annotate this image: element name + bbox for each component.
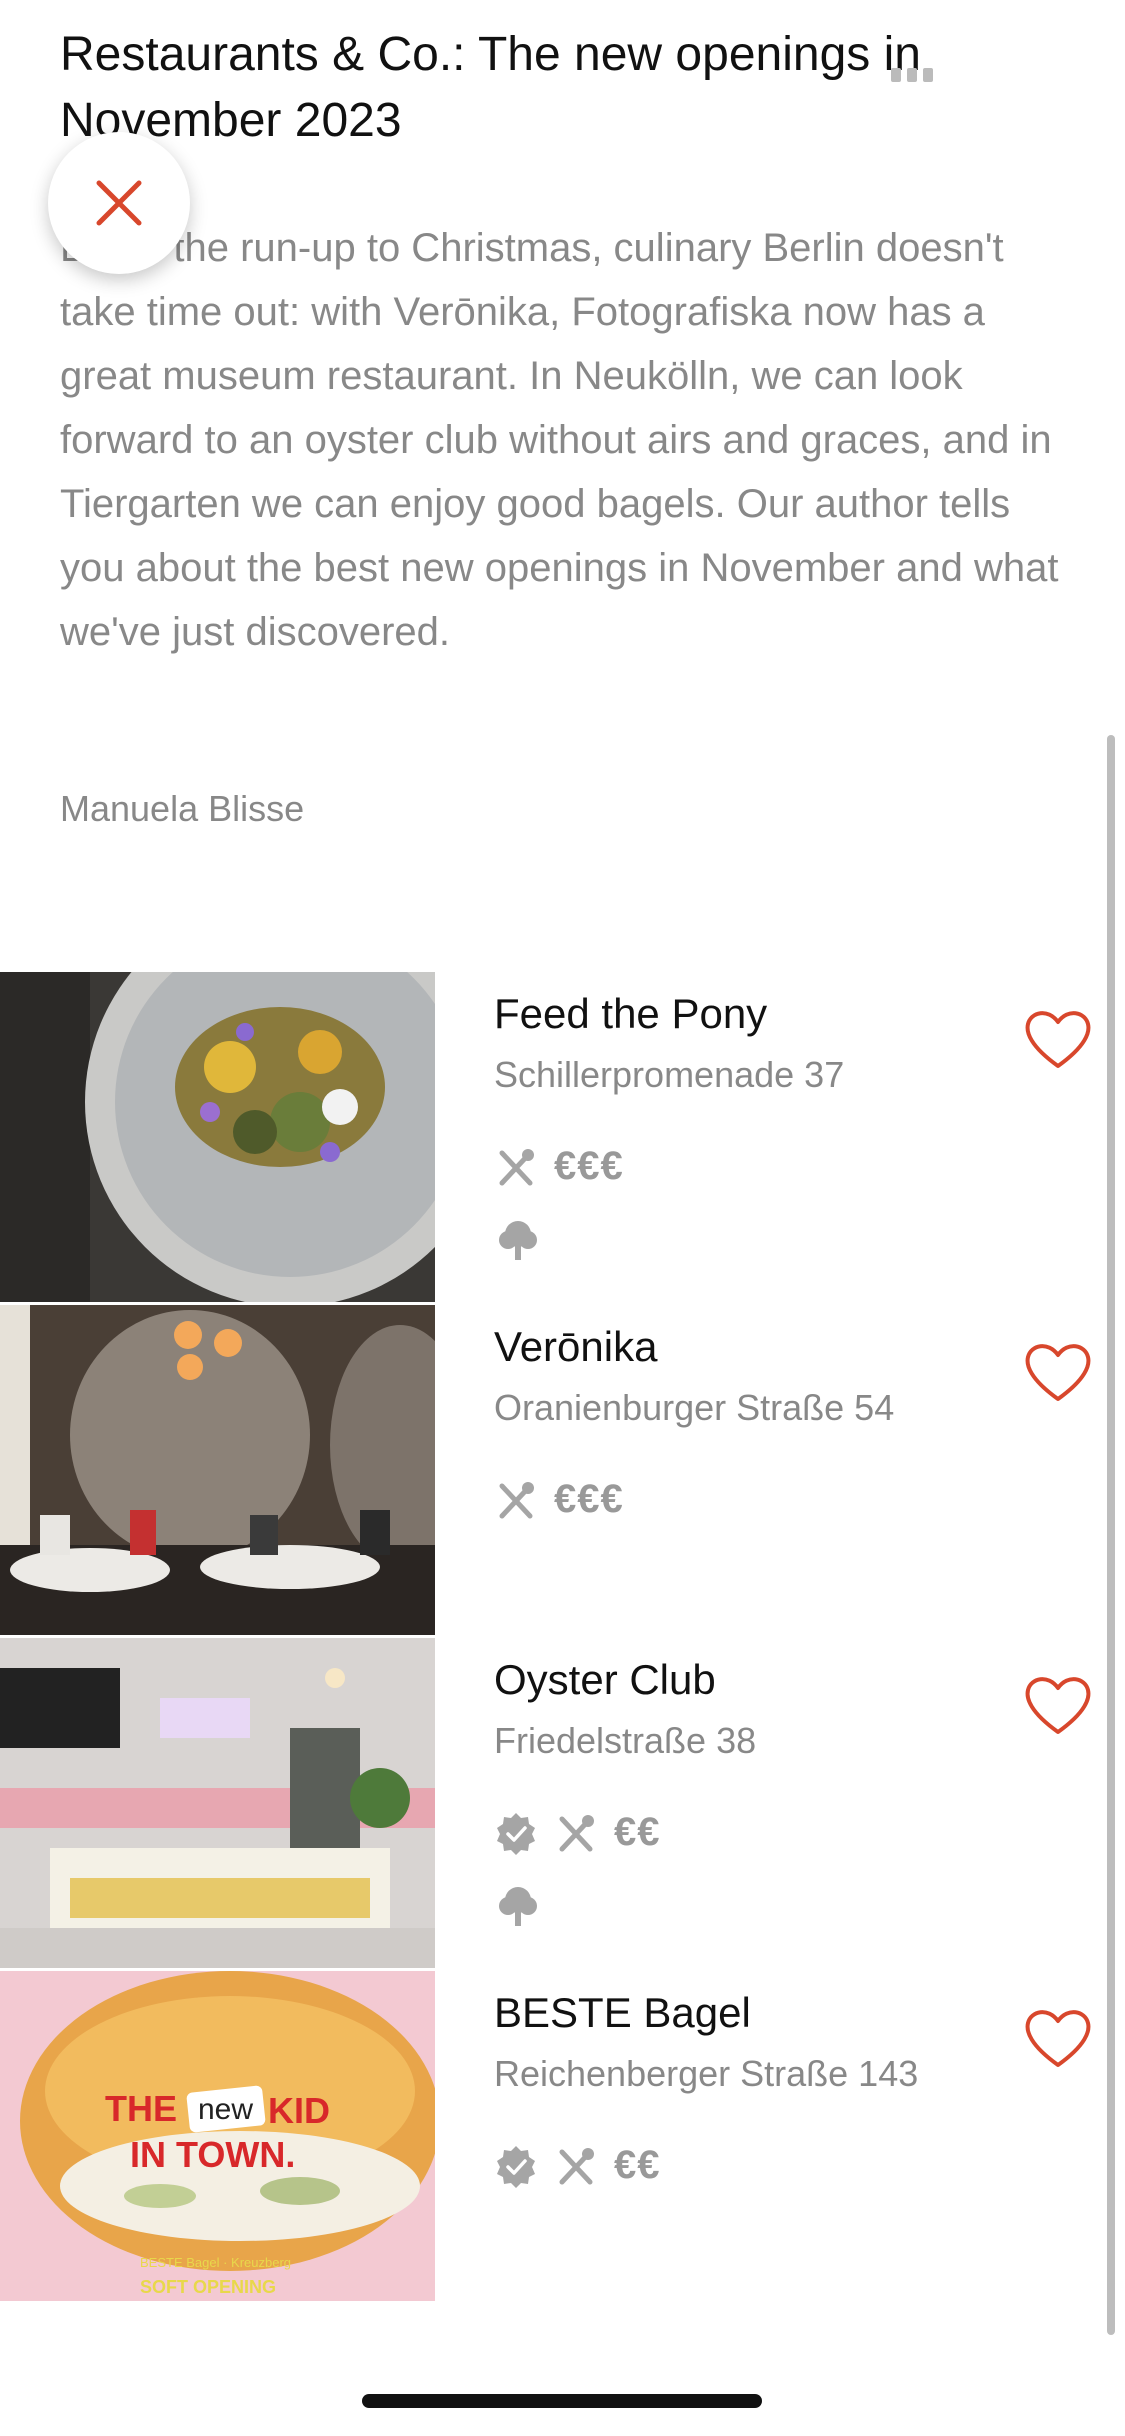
poster-headline-new: new <box>198 2093 253 2126</box>
verified-badge-icon <box>497 1812 535 1855</box>
tree-icon <box>499 1887 537 1926</box>
favorite-heart-icon[interactable] <box>1024 1008 1092 1070</box>
restaurant-address: Oranienburger Straße 54 <box>494 1387 895 1428</box>
cutlery-icon <box>559 1814 594 1851</box>
restaurant-name: Verōnika <box>494 1323 658 1370</box>
status-bar-indicator <box>891 68 933 82</box>
restaurant-address: Friedelstraße 38 <box>494 1720 757 1761</box>
restaurant-name: Oyster Club <box>494 1656 716 1703</box>
poster-small-text-1: BESTE Bagel · Kreuzberg <box>140 2255 291 2270</box>
oyster-bar-photo <box>0 1638 435 1968</box>
price-level: €€ <box>614 1810 661 1854</box>
cutlery-icon <box>499 1481 534 1518</box>
restaurant-address: Schillerpromenade 37 <box>494 1054 845 1095</box>
restaurant-list: Feed the Pony Schillerpromenade 37 €€€ V… <box>0 972 1110 2304</box>
favorite-heart-icon[interactable] <box>1024 2007 1092 2069</box>
poster-headline-2: KID <box>268 2090 330 2131</box>
price-level: €€€ <box>554 1144 624 1188</box>
close-button[interactable] <box>48 132 190 274</box>
price-level: €€€ <box>554 1477 624 1521</box>
list-item[interactable]: Feed the Pony Schillerpromenade 37 €€€ <box>0 972 1110 1302</box>
tree-icon <box>499 1221 537 1260</box>
verified-badge-icon <box>497 2145 535 2188</box>
favorite-heart-icon[interactable] <box>1024 1674 1092 1736</box>
poster-headline-1: THE <box>105 2088 177 2129</box>
cutlery-icon <box>559 2147 594 2184</box>
article-intro: Berlin the run-up to Christmas, culinary… <box>60 226 1059 654</box>
article-author: Manuela Blisse <box>60 788 305 829</box>
home-indicator[interactable] <box>362 2394 762 2408</box>
dining-room-photo <box>0 1305 435 1635</box>
list-item[interactable]: Oyster Club Friedelstraße 38 €€ <box>0 1638 1110 1968</box>
list-item[interactable]: THE new KID IN TOWN. BESTE Bagel · Kreuz… <box>0 1971 1110 2301</box>
favorite-heart-icon[interactable] <box>1024 1341 1092 1403</box>
restaurant-name: BESTE Bagel <box>494 1989 751 2036</box>
list-item[interactable]: Verōnika Oranienburger Straße 54 €€€ <box>0 1305 1110 1635</box>
close-icon <box>96 180 142 226</box>
poster-headline-3: IN TOWN. <box>130 2134 295 2175</box>
price-level: €€ <box>614 2143 661 2187</box>
article-title: Restaurants & Co.: The new openings in N… <box>60 28 921 147</box>
plated-dish-photo <box>0 972 435 1302</box>
restaurant-name: Feed the Pony <box>494 990 768 1037</box>
restaurant-address: Reichenberger Straße 143 <box>494 2053 919 2094</box>
bagel-poster-photo: THE new KID IN TOWN. BESTE Bagel · Kreuz… <box>0 1971 435 2301</box>
cutlery-icon <box>499 1148 534 1185</box>
poster-small-text-2: SOFT OPENING <box>140 2277 276 2297</box>
